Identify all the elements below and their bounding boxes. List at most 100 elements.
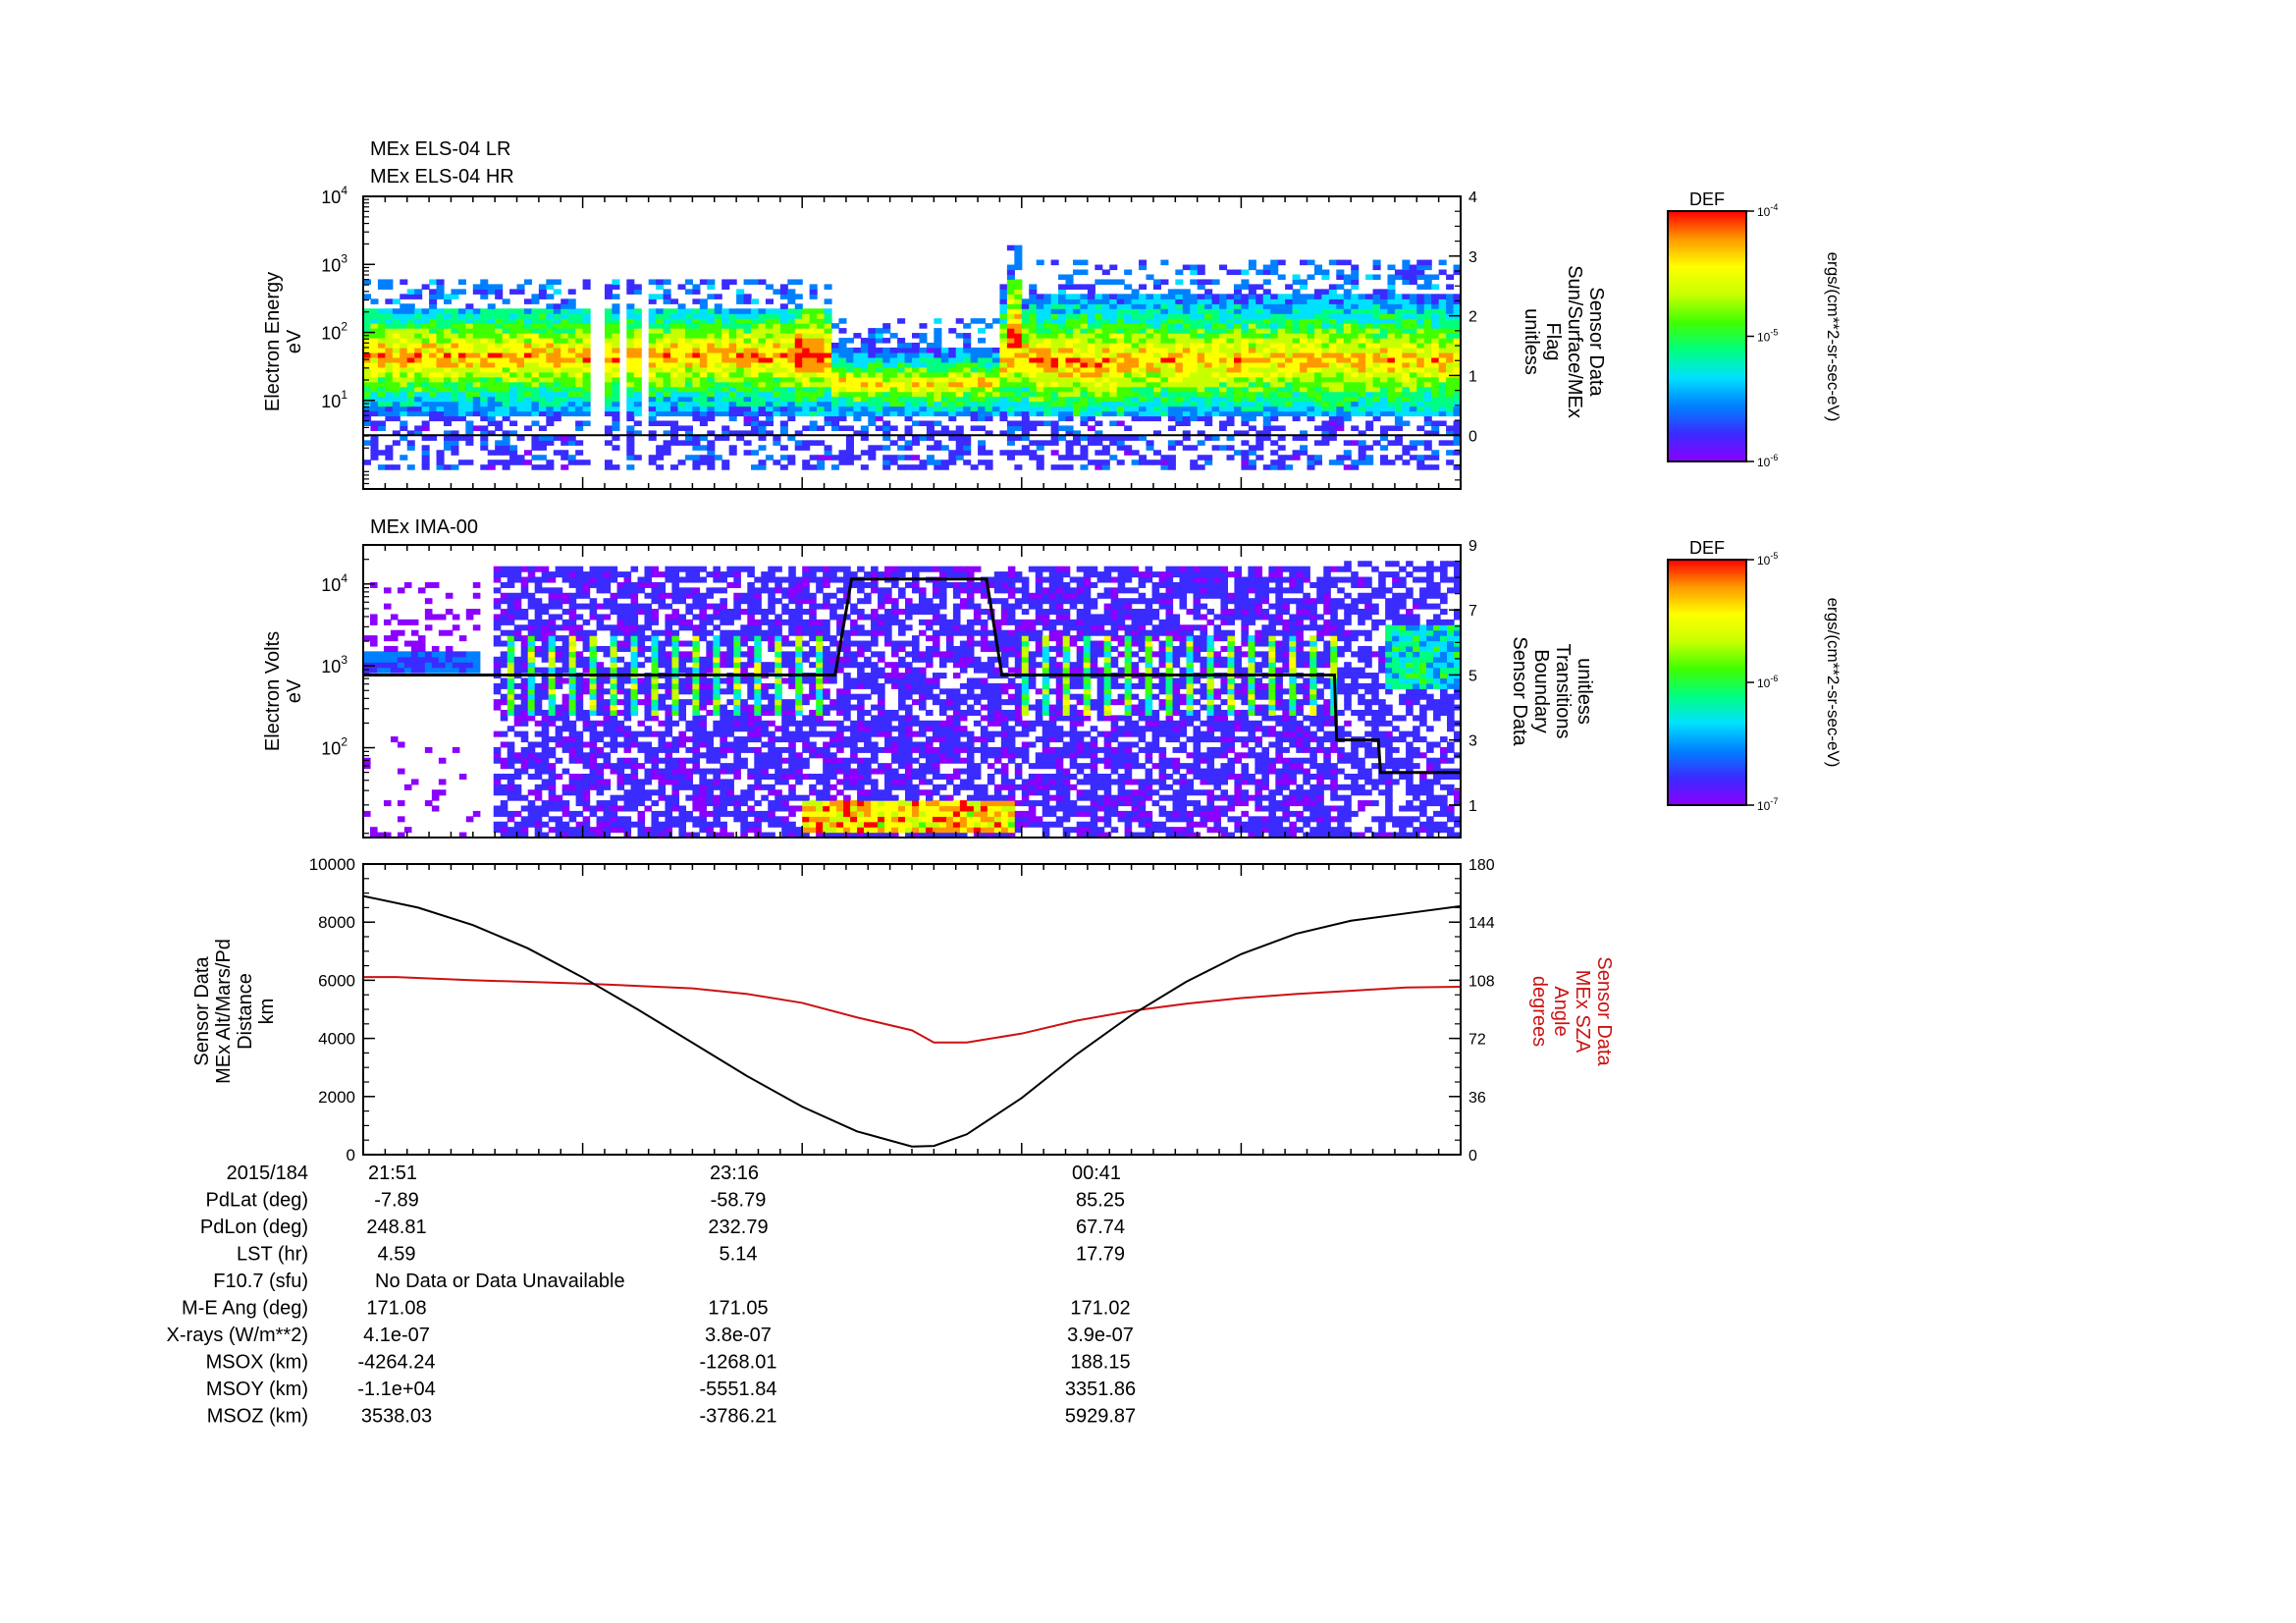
spectrogram-cell	[773, 406, 781, 412]
spectrogram-cell	[934, 366, 942, 373]
spectrogram-cell	[1058, 361, 1067, 368]
spectrogram-cell	[1409, 401, 1417, 407]
spectrogram-cell	[963, 343, 972, 349]
spectrogram-cell	[452, 624, 460, 631]
spectrogram-cell	[1446, 298, 1455, 304]
spectrogram-cell	[751, 343, 760, 349]
spectrogram-cell	[963, 361, 972, 368]
spectrogram-cell	[575, 328, 584, 334]
spectrogram-cell	[1095, 410, 1103, 417]
spectrogram-cell	[1343, 347, 1352, 353]
spectrogram-cell	[868, 376, 877, 383]
spectrogram-cell	[1365, 361, 1374, 368]
spectrogram-cell	[1438, 356, 1447, 363]
spectrogram-cell	[845, 347, 854, 353]
spectrogram-cell	[507, 635, 515, 642]
spectrogram-cell	[1262, 289, 1271, 295]
spectrogram-cell	[1197, 415, 1205, 422]
spectrogram-cell	[1152, 313, 1162, 319]
spectrogram-cell	[520, 715, 529, 722]
spectrogram-cell	[429, 303, 438, 309]
spectrogram-cell	[633, 406, 642, 412]
spectrogram-cell	[1139, 371, 1148, 378]
spectrogram-cell	[507, 629, 515, 636]
spectrogram-cell	[1351, 401, 1360, 407]
spectrogram-cell	[897, 338, 906, 344]
spectrogram-cell	[502, 328, 510, 334]
spectrogram-cell	[1197, 298, 1205, 304]
spectrogram-cell	[824, 366, 832, 373]
spectrogram-cell	[999, 415, 1008, 422]
spectrogram-cell	[1321, 318, 1330, 324]
spectrogram-cell	[1219, 308, 1228, 314]
spectrogram-cell	[1321, 269, 1330, 276]
spectrogram-cell	[648, 294, 657, 299]
spectrogram-cell	[414, 347, 423, 353]
spectrogram-cell	[436, 328, 445, 334]
spectrogram-cell	[1204, 352, 1213, 358]
spectrogram-cell	[1160, 455, 1169, 460]
spectrogram-cell	[1313, 361, 1322, 368]
spectrogram-cell	[1131, 366, 1140, 373]
spectrogram-cell	[985, 347, 993, 353]
spectrogram-cell	[1182, 361, 1191, 368]
spectrogram-cell	[555, 624, 563, 631]
spectrogram-cell	[955, 425, 964, 431]
spectrogram-cell	[513, 752, 522, 759]
spectrogram-cell	[773, 347, 781, 353]
spectrogram-cell	[513, 827, 522, 834]
spectrogram-cell	[838, 406, 847, 412]
spectrogram-cell	[1387, 347, 1396, 353]
spectrogram-cell	[1101, 376, 1110, 383]
spectrogram-cell	[502, 386, 510, 393]
spectrogram-cell	[1204, 371, 1213, 378]
spectrogram-cell	[1270, 343, 1279, 349]
spectrogram-cell	[1072, 298, 1082, 304]
spectrogram-cell	[502, 318, 510, 324]
spectrogram-cell	[443, 406, 453, 412]
spectrogram-cell	[1080, 455, 1089, 460]
spectrogram-cell	[1423, 294, 1432, 299]
spectrogram-cell	[1072, 308, 1082, 314]
spectrogram-cell	[670, 420, 679, 427]
spectrogram-cell	[809, 352, 818, 358]
spectrogram-cell	[1255, 361, 1264, 368]
spectrogram-cell	[472, 656, 481, 663]
spectrogram-cell	[406, 386, 415, 393]
spectrogram-cell	[1116, 440, 1125, 446]
spectrogram-cell	[1255, 303, 1264, 309]
spectrogram-cell	[1431, 323, 1440, 329]
spectrogram-cell	[436, 308, 445, 314]
spectrogram-cell	[765, 343, 774, 349]
spectrogram-cell	[1321, 391, 1330, 398]
spectrogram-cell	[1101, 386, 1110, 393]
spectrogram-cell	[794, 445, 803, 451]
spectrogram-cell	[472, 323, 481, 329]
spectrogram-cell	[376, 662, 385, 669]
spectrogram-cell	[376, 667, 385, 674]
spectrogram-cell	[527, 677, 536, 684]
spectrogram-cell	[728, 313, 737, 319]
spectrogram-cell	[500, 784, 508, 790]
spectrogram-cell	[397, 662, 405, 669]
spectrogram-cell	[480, 396, 489, 403]
spectrogram-cell	[385, 464, 394, 470]
spectrogram-cell	[1343, 450, 1352, 456]
spectrogram-cell	[1146, 401, 1154, 407]
spectrogram-cell	[523, 460, 533, 465]
spectrogram-cell	[728, 415, 737, 422]
spectrogram-cell	[1095, 318, 1103, 324]
spectrogram-cell	[1380, 333, 1389, 339]
spectrogram-cell	[1248, 338, 1256, 344]
spectrogram-cell	[1131, 450, 1140, 456]
spectrogram-cell	[1394, 338, 1403, 344]
spectrogram-cell	[575, 386, 584, 393]
spectrogram-cell	[1292, 343, 1301, 349]
spectrogram-cell	[1065, 313, 1074, 319]
spectrogram-cell	[868, 347, 877, 353]
spectrogram-cell	[1095, 264, 1103, 271]
spectrogram-cell	[1262, 420, 1271, 427]
spectrogram-cell	[502, 464, 510, 470]
spectrogram-cell	[926, 445, 934, 451]
spectrogram-cell	[1372, 376, 1381, 383]
